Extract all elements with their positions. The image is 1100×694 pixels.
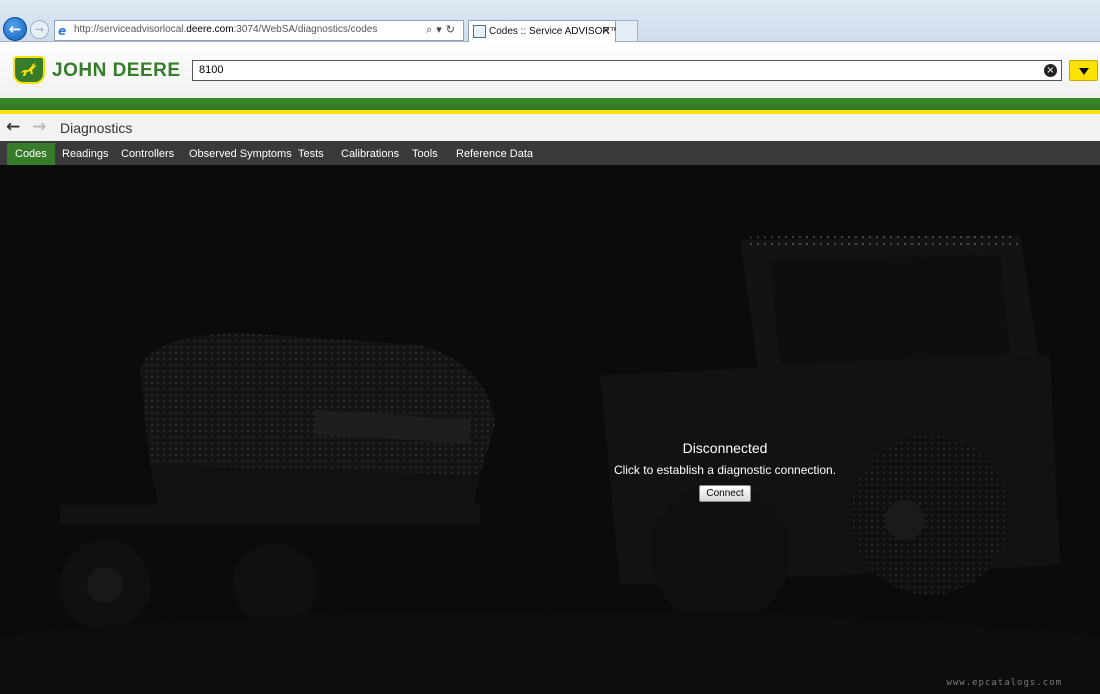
ie-logo-icon: e	[58, 24, 67, 38]
page-title-bar: ← → Diagnostics	[0, 114, 1100, 141]
tab-tools[interactable]: Tools	[404, 143, 446, 165]
connection-status-panel: Disconnected Click to establish a diagno…	[560, 440, 890, 502]
browser-tab-codes[interactable]: Codes :: Service ADVISOR™ ×	[468, 20, 620, 42]
search-dropdown-button[interactable]	[1069, 60, 1098, 81]
tab-controllers[interactable]: Controllers	[113, 143, 182, 165]
app-header: JOHN DEERE 8100 ×	[0, 42, 1100, 98]
tab-tests[interactable]: Tests	[290, 143, 332, 165]
tab-calibrations[interactable]: Calibrations	[333, 143, 407, 165]
tab-reference-data[interactable]: Reference Data	[448, 143, 541, 165]
tab-readings[interactable]: Readings	[54, 143, 116, 165]
diagnostics-tabs: Codes Readings Controllers Observed Symp…	[0, 141, 1100, 165]
status-message: Click to establish a diagnostic connecti…	[613, 463, 837, 477]
page-favicon-icon	[473, 25, 486, 38]
watermark: www.epcatalogs.com	[946, 678, 1062, 688]
brand-name: JOHN DEERE	[52, 60, 181, 81]
search-value: 8100	[199, 64, 224, 76]
tab-codes[interactable]: Codes	[7, 143, 55, 165]
tab-observed-symptoms[interactable]: Observed Symptoms	[181, 143, 300, 165]
url-text: http://serviceadvisorlocal.deere.com:307…	[74, 24, 378, 35]
address-bar[interactable]: e http://serviceadvisorlocal.deere.com:3…	[54, 20, 464, 41]
browser-forward-button[interactable]: →	[30, 20, 49, 39]
browser-back-button[interactable]: ←	[3, 17, 27, 41]
page-forward-icon[interactable]: →	[32, 117, 46, 137]
status-title: Disconnected	[682, 440, 768, 456]
chevron-down-icon	[1079, 68, 1089, 75]
clear-search-icon[interactable]: ×	[1044, 64, 1057, 77]
browser-toolbar: ← → e http://serviceadvisorlocal.deere.c…	[0, 0, 1100, 42]
brand-stripe-green	[0, 98, 1100, 110]
john-deere-logo-icon	[13, 56, 45, 84]
connect-button[interactable]: Connect	[699, 485, 751, 502]
page-back-icon[interactable]: ←	[6, 117, 20, 137]
page-title: Diagnostics	[60, 120, 133, 136]
new-tab-button[interactable]	[616, 20, 638, 42]
leaping-deer-icon	[20, 63, 37, 76]
main-content: Disconnected Click to establish a diagno…	[0, 165, 1100, 694]
search-input[interactable]: 8100 ×	[192, 60, 1062, 81]
tractor-background-image	[0, 233, 1100, 694]
address-tools-icon[interactable]: ⌕▾↻	[426, 23, 459, 37]
tab-close-icon[interactable]: ×	[601, 23, 611, 37]
